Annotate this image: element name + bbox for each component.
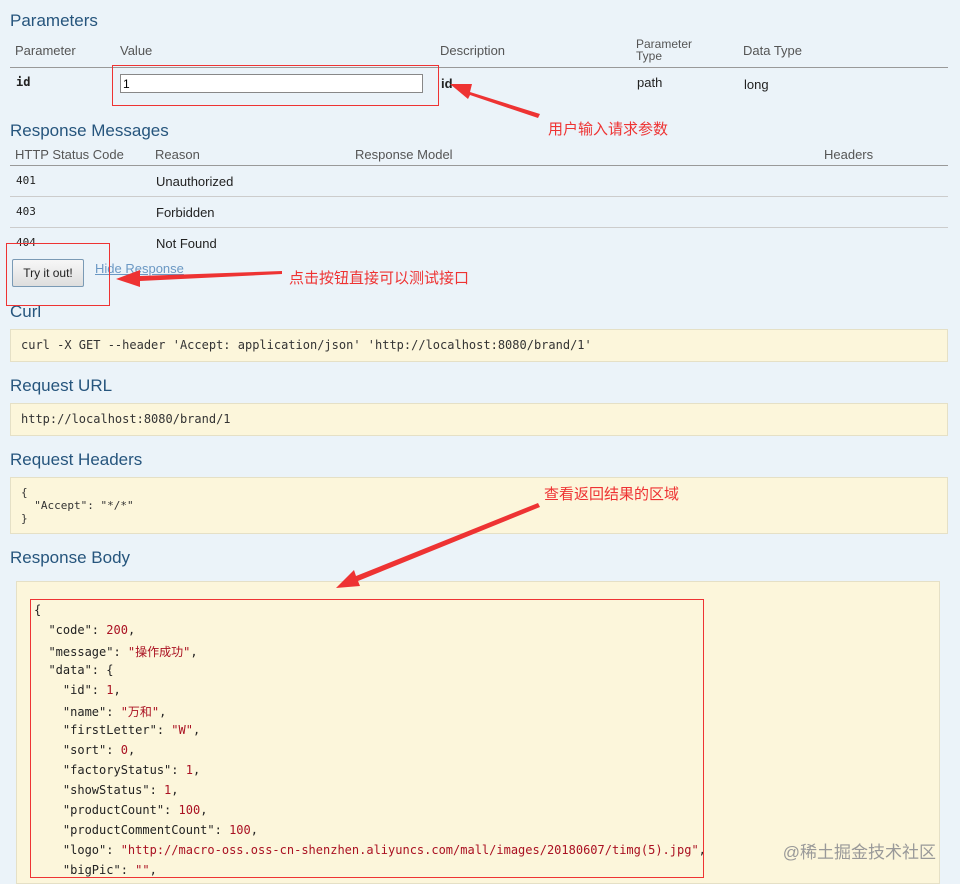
arrow-to-response	[336, 503, 540, 588]
annotation-arrows	[116, 84, 540, 588]
annotation-input: 用户输入请求参数	[548, 121, 669, 138]
watermark: @稀土掘金技术社区	[782, 843, 936, 862]
arrow-to-button	[116, 270, 282, 287]
arrow-to-input	[450, 84, 540, 118]
annotation-button: 点击按钮直接可以测试接口	[289, 270, 470, 287]
annotation-result: 查看返回结果的区域	[544, 486, 680, 503]
